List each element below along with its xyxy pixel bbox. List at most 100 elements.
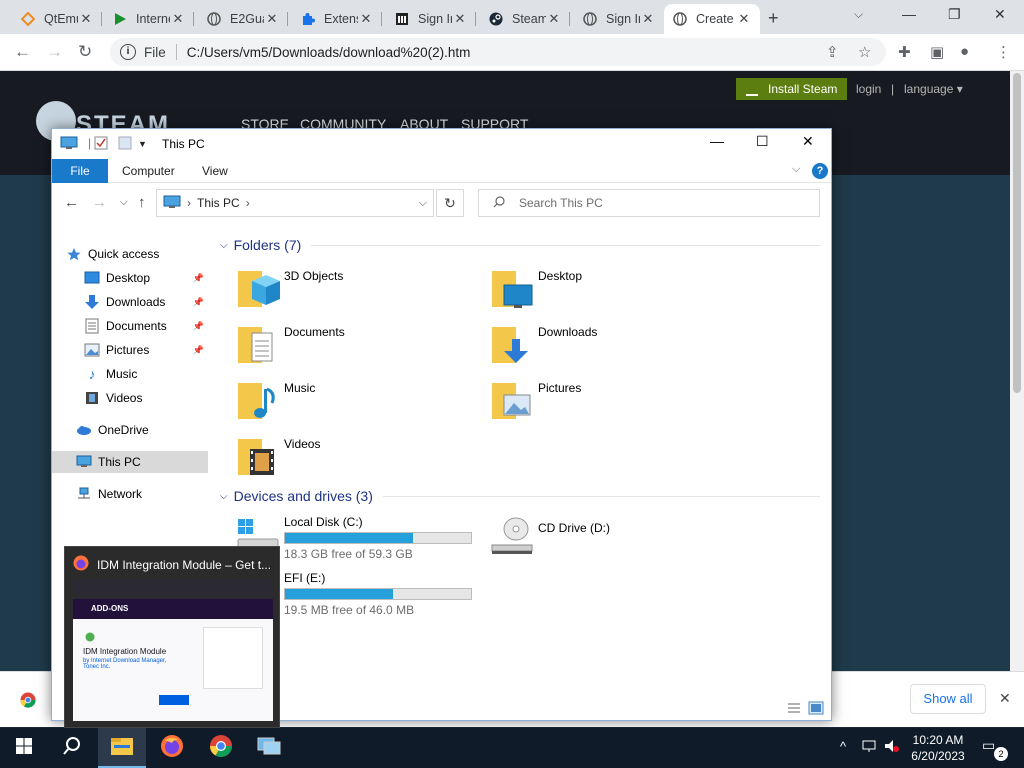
help-icon[interactable]: ?: [812, 163, 828, 179]
forward-icon[interactable]: →: [92, 194, 107, 211]
chevron-down-icon[interactable]: ▼: [138, 139, 147, 149]
tab-view[interactable]: View: [202, 164, 228, 178]
nav-network[interactable]: Network: [76, 483, 208, 505]
network-tray-icon[interactable]: [862, 739, 880, 756]
nav-music[interactable]: ♪ Music: [84, 363, 208, 385]
login-link[interactable]: login: [856, 82, 881, 96]
folder-music[interactable]: Music: [236, 379, 476, 431]
explorer-address-bar[interactable]: › This PC › ⌵: [156, 189, 434, 217]
minimize-icon[interactable]: —: [902, 6, 916, 22]
bookmark-star-icon[interactable]: ☆: [858, 43, 871, 61]
properties-icon[interactable]: [94, 136, 108, 153]
close-icon[interactable]: ✕: [999, 690, 1011, 707]
show-all-button[interactable]: Show all: [910, 684, 986, 714]
system-clock[interactable]: 10:20 AM 6/20/2023: [900, 732, 976, 764]
nav-documents[interactable]: Documents 📌: [84, 315, 208, 337]
new-folder-icon[interactable]: [118, 136, 132, 153]
restore-icon[interactable]: ❐: [948, 6, 961, 23]
tab-file[interactable]: File: [52, 159, 108, 183]
page-scrollbar[interactable]: [1010, 71, 1024, 671]
language-dropdown[interactable]: language ▾: [904, 82, 963, 96]
up-icon[interactable]: ↑: [138, 194, 146, 211]
close-window-icon[interactable]: ✕: [994, 6, 1006, 23]
thumbnail-page-preview[interactable]: ADD-ONS IDM Integration Module by Intern…: [73, 579, 273, 721]
chevron-up-icon[interactable]: ^: [840, 739, 846, 754]
nav-pictures[interactable]: Pictures 📌: [84, 339, 208, 361]
nav-desktop[interactable]: Desktop 📌: [84, 267, 208, 289]
chevron-right-icon[interactable]: ›: [246, 196, 250, 210]
recent-locations-icon[interactable]: ⌵: [120, 197, 128, 208]
pin-icon[interactable]: 📌: [193, 345, 204, 356]
chevron-down-icon[interactable]: ⌵: [419, 197, 427, 210]
taskbar-remote-desktop[interactable]: [245, 728, 293, 768]
browser-tab[interactable]: Sign In ✕: [574, 4, 664, 34]
maximize-icon[interactable]: ☐: [756, 133, 769, 150]
nav-quick-access[interactable]: Quick access: [66, 243, 222, 265]
back-icon[interactable]: ←: [64, 194, 79, 211]
nav-onedrive[interactable]: OneDrive: [76, 419, 208, 441]
close-icon[interactable]: ✕: [170, 11, 186, 27]
volume-muted-icon[interactable]: [884, 739, 900, 756]
close-icon[interactable]: ✕: [640, 11, 656, 27]
close-icon[interactable]: ✕: [802, 133, 814, 150]
address-bar[interactable]: i File C:/Users/vm5/Downloads/download%2…: [110, 38, 886, 66]
pin-icon[interactable]: 📌: [193, 297, 204, 308]
browser-tab-active[interactable]: Create ✕: [664, 4, 760, 34]
browser-tab[interactable]: Steam ✕: [480, 4, 570, 34]
folder-downloads[interactable]: Downloads: [490, 323, 730, 375]
minimize-icon[interactable]: —: [710, 133, 724, 149]
browser-tab[interactable]: Extensions ✕: [292, 4, 382, 34]
close-icon[interactable]: ✕: [736, 11, 752, 27]
notification-center-button[interactable]: ▭ 2: [982, 737, 1008, 761]
chevron-down-icon[interactable]: ⌵: [220, 240, 228, 251]
chevron-down-icon[interactable]: ⌵: [854, 7, 863, 22]
profile-avatar-icon[interactable]: ●: [960, 43, 969, 60]
start-button[interactable]: [0, 728, 48, 768]
search-button[interactable]: [48, 728, 96, 768]
chevron-down-icon[interactable]: ⌵: [220, 491, 228, 502]
close-icon[interactable]: ✕: [358, 11, 374, 27]
menu-kebab-icon[interactable]: ⋮: [996, 43, 1011, 61]
pin-icon[interactable]: 📌: [193, 321, 204, 332]
share-icon[interactable]: ⇪: [826, 43, 839, 61]
install-steam-button[interactable]: Install Steam: [736, 78, 848, 100]
nav-videos[interactable]: Videos: [84, 387, 208, 409]
new-tab-button[interactable]: +: [768, 8, 779, 29]
pin-icon[interactable]: 📌: [193, 273, 204, 284]
nav-downloads[interactable]: Downloads 📌: [84, 291, 208, 313]
close-icon[interactable]: ✕: [546, 11, 562, 27]
reload-icon[interactable]: ↻: [78, 42, 92, 62]
forward-icon[interactable]: →: [46, 42, 63, 62]
folder-pictures[interactable]: Pictures: [490, 379, 730, 431]
taskbar-firefox[interactable]: [148, 728, 196, 768]
taskbar-file-explorer[interactable]: [98, 728, 146, 768]
folder-desktop[interactable]: Desktop: [490, 267, 730, 319]
taskbar-chrome[interactable]: [197, 728, 245, 768]
browser-tab[interactable]: Internet Download Manager ✕: [104, 4, 194, 34]
extensions-puzzle-icon[interactable]: ✚: [898, 43, 911, 61]
folder-documents[interactable]: Documents: [236, 323, 476, 375]
side-panel-icon[interactable]: ▣: [930, 43, 944, 61]
chrome-icon[interactable]: [20, 692, 36, 711]
chevron-right-icon[interactable]: ›: [187, 196, 191, 210]
folders-group-header[interactable]: ⌵ Folders (7): [220, 237, 820, 253]
scrollbar-thumb[interactable]: [1013, 73, 1021, 393]
tab-computer[interactable]: Computer: [122, 164, 175, 178]
browser-tab[interactable]: Sign In ✕: [386, 4, 476, 34]
folder-videos[interactable]: Videos: [236, 435, 476, 487]
large-icons-view-icon[interactable]: [808, 701, 824, 718]
taskbar-thumbnail-preview[interactable]: IDM Integration Module – Get t... ADD-ON…: [64, 546, 280, 728]
url-text[interactable]: C:/Users/vm5/Downloads/download%20(2).ht…: [187, 45, 471, 60]
close-icon[interactable]: ✕: [264, 11, 280, 27]
back-icon[interactable]: ←: [14, 42, 31, 62]
folder-3d-objects[interactable]: 3D Objects: [236, 267, 476, 319]
search-input[interactable]: Search This PC: [478, 189, 820, 217]
refresh-button[interactable]: ↻: [436, 189, 464, 217]
drive-d[interactable]: CD Drive (D:): [490, 515, 740, 567]
info-icon[interactable]: i: [120, 44, 136, 60]
browser-tab[interactable]: E2Guardian ✕: [198, 4, 288, 34]
close-icon[interactable]: ✕: [78, 11, 94, 27]
browser-tab[interactable]: QtEmu ✕: [12, 4, 102, 34]
address-path[interactable]: This PC: [197, 196, 240, 210]
nav-this-pc[interactable]: This PC: [52, 451, 208, 473]
